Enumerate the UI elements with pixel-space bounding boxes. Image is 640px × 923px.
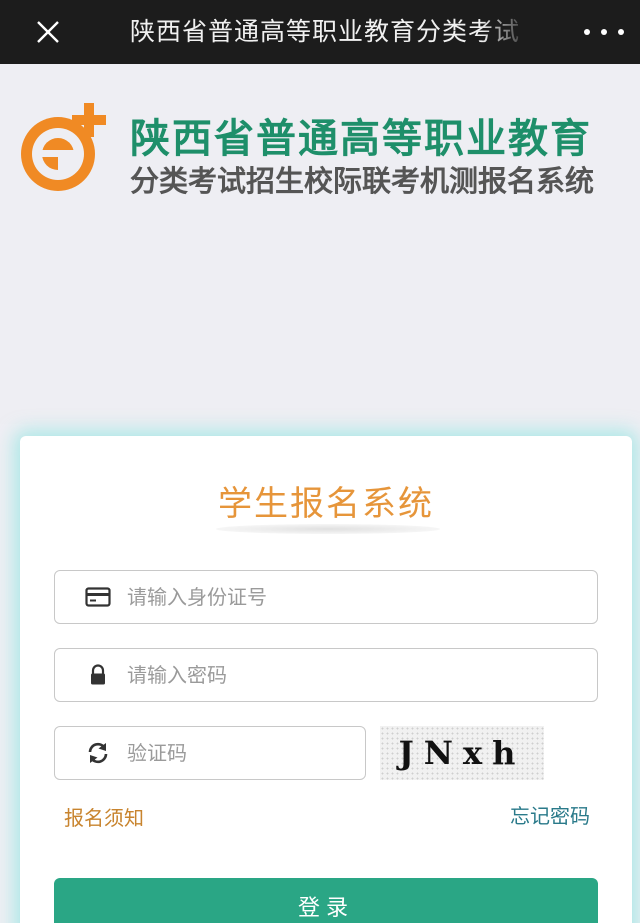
- more-icon: [584, 29, 590, 35]
- header-banner: 陕西省普通高等职业教育 分类考试招生校际联考机测报名系统: [0, 64, 640, 424]
- title-underline: [216, 524, 440, 534]
- top-bar: 陕西省普通高等职业教育分类考试: [0, 0, 640, 64]
- id-number-field: [54, 570, 598, 624]
- login-title: 学生报名系统: [218, 484, 434, 524]
- more-icon: [618, 29, 624, 35]
- logo-icon: [21, 103, 106, 191]
- registration-notice-link[interactable]: 报名须知: [64, 802, 144, 831]
- forgot-password-link[interactable]: 忘记密码: [510, 800, 590, 829]
- captcha-field: [54, 726, 366, 780]
- captcha-input[interactable]: [127, 741, 347, 765]
- lock-icon: [83, 660, 113, 690]
- captcha-image[interactable]: JNxh: [380, 726, 544, 780]
- password-field: [54, 648, 598, 702]
- refresh-icon[interactable]: [83, 738, 113, 768]
- logo-subtitle: 分类考试招生校际联考机测报名系统: [130, 164, 595, 198]
- id-number-input[interactable]: [127, 585, 527, 609]
- close-button[interactable]: [30, 14, 66, 50]
- captcha-text: JNxh: [398, 734, 526, 772]
- close-icon: [37, 21, 59, 43]
- login-card: 学生报名系统 请输入身份证号 验证码 JNxh 报名须知 忘记密码 登录: [20, 436, 632, 923]
- id-card-icon: [83, 582, 113, 612]
- more-icon: [601, 29, 607, 35]
- logo-title: 陕西省普通高等职业教育: [130, 116, 592, 162]
- page-title: 陕西省普通高等职业教育分类考试: [130, 17, 521, 46]
- password-input[interactable]: [127, 663, 527, 687]
- login-button[interactable]: 登录: [54, 878, 598, 923]
- more-button[interactable]: [584, 20, 624, 44]
